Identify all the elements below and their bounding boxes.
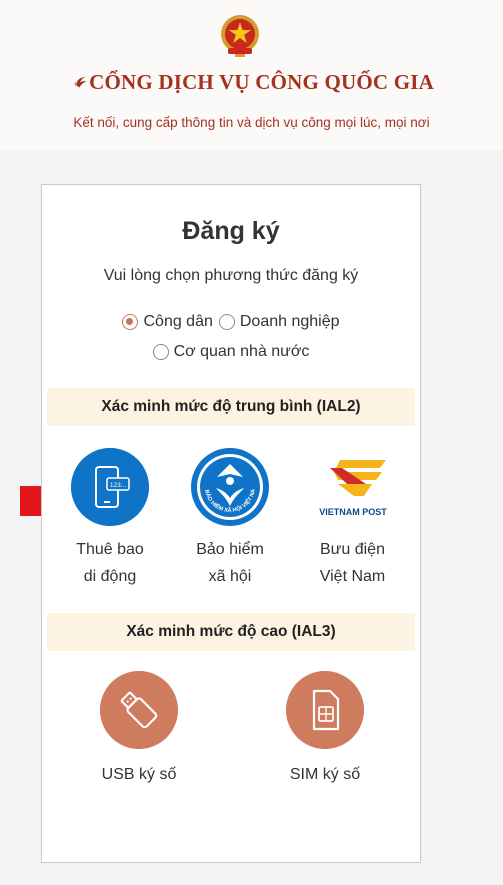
option-label: Bưu điện Việt Nam	[295, 536, 410, 590]
section-header-ial2: Xác minh mức độ trung bình (IAL2)	[47, 388, 415, 426]
radio-label: Cơ quan nhà nước	[173, 343, 310, 360]
page-title: Đăng ký	[182, 217, 280, 245]
registrant-type-group: Công dân Doanh nghiệp	[42, 313, 420, 331]
sim-card-icon	[286, 671, 364, 749]
site-logo[interactable]: CỔNG DỊCH VỤ CÔNG QUỐC GIA	[74, 62, 434, 102]
site-tagline: Kết nối, cung cấp thông tin và dịch vụ c…	[73, 115, 430, 130]
usb-icon-wrap	[100, 671, 178, 749]
option-label-line1: Thuê bao	[76, 541, 144, 558]
option-label-line2: di động	[83, 568, 137, 585]
option-social-insurance[interactable]: BẢO HIỂM XÃ HỘI VIỆT NAM Bảo hiểm xã hội	[175, 444, 285, 590]
option-label-line2: xã hội	[208, 568, 252, 585]
radio-unchecked-icon	[152, 344, 169, 360]
vnpost-logo-text: VIETNAM POST	[319, 507, 387, 517]
national-emblem-icon	[221, 15, 259, 57]
option-label: SIM ký số	[289, 766, 361, 783]
option-sim-signature[interactable]: SIM ký số	[265, 671, 385, 788]
option-vietnam-post[interactable]: VIETNAM POST Bưu điện Việt Nam	[295, 448, 410, 590]
option-label: USB ký số	[101, 766, 177, 783]
registrant-type-group-row2: Cơ quan nhà nước	[42, 343, 420, 361]
radio-doanh-nghiep[interactable]: Doanh nghiệp	[218, 313, 340, 331]
mobile-icon-wrap: 123...	[71, 448, 149, 526]
option-label-line2: Việt Nam	[319, 568, 386, 585]
sms-badge: 123...	[110, 482, 126, 489]
radio-checked-icon	[122, 314, 139, 330]
option-label: Thuê bao di động	[55, 536, 165, 590]
registration-card: Đăng ký Vui lòng chọn phương thức đăng k…	[41, 184, 421, 863]
option-mobile-subscriber[interactable]: 123... Thuê bao di động	[55, 448, 165, 590]
social-insurance-logo-icon: BẢO HIỂM XÃ HỘI VIỆT NAM	[189, 444, 269, 526]
option-label-line1: Bảo hiểm	[196, 541, 264, 558]
page-subtitle: Vui lòng chọn phương thức đăng ký	[103, 267, 359, 284]
radio-label: Doanh nghiệp	[239, 313, 340, 330]
sim-icon-wrap	[286, 671, 364, 749]
section-header-ial3: Xác minh mức độ cao (IAL3)	[47, 613, 415, 651]
radio-label: Công dân	[143, 313, 213, 330]
option-label: Bảo hiểm xã hội	[175, 536, 285, 590]
mobile-phone-icon: 123...	[71, 448, 149, 526]
bhxh-icon-wrap: BẢO HIỂM XÃ HỘI VIỆT NAM	[189, 444, 269, 526]
usb-token-icon	[100, 671, 178, 749]
site-title: CỔNG DỊCH VỤ CÔNG QUỐC GIA	[89, 69, 434, 94]
radio-unchecked-icon	[218, 314, 235, 330]
site-header: CỔNG DỊCH VỤ CÔNG QUỐC GIA Kết nối, cung…	[0, 0, 503, 150]
vietnam-post-logo-icon: VIETNAM POST	[319, 460, 387, 517]
bird-logo-icon	[74, 76, 87, 88]
radio-cong-dan[interactable]: Công dân	[122, 313, 213, 331]
vnpost-icon-wrap: VIETNAM POST	[314, 448, 392, 526]
option-label-line1: Bưu điện	[320, 541, 385, 558]
option-usb-token[interactable]: USB ký số	[79, 671, 199, 788]
radio-co-quan-nha-nuoc[interactable]: Cơ quan nhà nước	[152, 343, 310, 361]
